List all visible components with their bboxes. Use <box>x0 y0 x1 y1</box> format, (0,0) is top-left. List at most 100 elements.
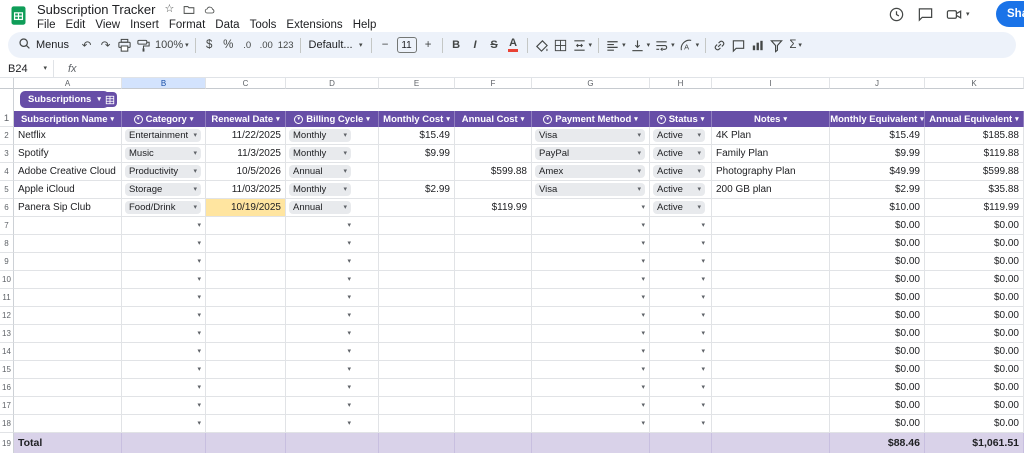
row-number[interactable]: 18 <box>0 415 14 433</box>
row-number[interactable]: 16 <box>0 379 14 397</box>
payment-dropdown[interactable]: ▾ <box>535 276 645 283</box>
status-dropdown[interactable]: ▾ <box>653 294 705 301</box>
cell-payment-method[interactable]: Amex ▾ <box>532 163 650 181</box>
payment-dropdown[interactable]: ▾ <box>535 312 645 319</box>
column-letter-K[interactable]: K <box>925 78 1024 89</box>
cell-annual-equivalent[interactable]: $0.00 <box>925 343 1024 361</box>
row-number[interactable]: 17 <box>0 397 14 415</box>
header-category[interactable]: ▾ Category ▾ <box>122 111 206 127</box>
category-dropdown[interactable]: ▾ <box>125 384 201 391</box>
row-number[interactable]: 15 <box>0 361 14 379</box>
row-number[interactable]: 10 <box>0 271 14 289</box>
redo-button[interactable]: ↷ <box>96 34 115 56</box>
category-chip[interactable]: Storage ▾ <box>125 183 201 196</box>
cell-monthly-cost[interactable]: $9.99 <box>379 145 455 163</box>
status-dropdown[interactable]: ▾ <box>653 402 705 409</box>
cell-monthly-cost[interactable] <box>379 361 455 379</box>
menu-edit[interactable]: Edit <box>61 19 91 31</box>
cell-subscription-name[interactable]: Spotify <box>14 145 122 163</box>
cell-payment-method[interactable]: ▾ <box>532 217 650 235</box>
text-wrap-button[interactable]: ▾ <box>652 34 677 56</box>
status-dropdown[interactable]: ▾ <box>653 240 705 247</box>
total-monthly-equivalent[interactable]: $88.46 <box>830 433 925 453</box>
cell-annual-cost[interactable] <box>455 217 532 235</box>
column-letter-H[interactable]: H <box>650 78 712 89</box>
functions-button[interactable]: Σ ▾ <box>786 34 805 56</box>
sheets-logo-icon[interactable] <box>8 5 29 26</box>
cell-subscription-name[interactable] <box>14 325 122 343</box>
cell-category[interactable]: ▾ <box>122 289 206 307</box>
cell-monthly-cost[interactable] <box>379 415 455 433</box>
cell-payment-method[interactable]: ▾ <box>532 325 650 343</box>
cell-status[interactable]: Active ▾ <box>650 181 712 199</box>
category-dropdown[interactable]: ▾ <box>125 258 201 265</box>
cell-renewal-date[interactable]: 10/5/2026 <box>206 163 286 181</box>
category-chip[interactable]: Music ▾ <box>125 147 201 160</box>
cell-notes[interactable]: 200 GB plan <box>712 181 830 199</box>
cell-status[interactable]: ▾ <box>650 307 712 325</box>
cell-annual-cost[interactable] <box>455 325 532 343</box>
move-folder-icon[interactable] <box>183 4 195 16</box>
cell-annual-cost[interactable] <box>455 235 532 253</box>
version-history-icon[interactable] <box>888 5 906 23</box>
cell-renewal-date[interactable]: 11/03/2025 <box>206 181 286 199</box>
cell-renewal-date[interactable] <box>206 289 286 307</box>
cell-annual-equivalent[interactable]: $0.00 <box>925 397 1024 415</box>
status-dropdown[interactable]: ▾ <box>653 276 705 283</box>
menu-format[interactable]: Format <box>164 19 210 31</box>
category-dropdown[interactable]: ▾ <box>125 402 201 409</box>
cell-notes[interactable] <box>712 361 830 379</box>
cell-renewal-date[interactable]: 11/22/2025 <box>206 127 286 145</box>
cell-monthly-cost[interactable] <box>379 199 455 217</box>
row-number[interactable]: 7 <box>0 217 14 235</box>
cell-annual-equivalent[interactable]: $185.88 <box>925 127 1024 145</box>
total-label[interactable]: Total <box>14 433 122 453</box>
cell-status[interactable]: ▾ <box>650 379 712 397</box>
column-letter-I[interactable]: I <box>712 78 830 89</box>
payment-chip[interactable]: PayPal ▾ <box>535 147 645 160</box>
cell-annual-equivalent[interactable]: $119.99 <box>925 199 1024 217</box>
cell-notes[interactable] <box>712 271 830 289</box>
cell-billing-cycle[interactable]: ▾ <box>286 307 379 325</box>
payment-dropdown[interactable]: ▾ <box>535 420 645 427</box>
cell-subscription-name[interactable]: Apple iCloud <box>14 181 122 199</box>
cell-annual-cost[interactable] <box>455 307 532 325</box>
bold-button[interactable]: B <box>447 34 466 56</box>
category-chip[interactable]: Food/Drink ▾ <box>125 201 201 214</box>
header-monthly-equivalent[interactable]: Monthly Equivalent ▾ <box>830 111 925 127</box>
cell-category[interactable]: ▾ <box>122 235 206 253</box>
billing-dropdown[interactable]: ▾ <box>289 276 351 283</box>
borders-button[interactable] <box>551 34 570 56</box>
cell-renewal-date[interactable] <box>206 253 286 271</box>
cell-billing-cycle[interactable]: ▾ <box>286 361 379 379</box>
cell-payment-method[interactable]: ▾ <box>532 343 650 361</box>
cell-monthly-equivalent[interactable]: $49.99 <box>830 163 925 181</box>
cell-billing-cycle[interactable]: ▾ <box>286 253 379 271</box>
category-dropdown[interactable]: ▾ <box>125 330 201 337</box>
cell-category[interactable]: Music ▾ <box>122 145 206 163</box>
total-empty-cell[interactable] <box>379 433 455 453</box>
header-renewal-date[interactable]: Renewal Date ▾ <box>206 111 286 127</box>
status-dropdown[interactable]: ▾ <box>653 222 705 229</box>
cell-notes[interactable] <box>712 307 830 325</box>
cell-annual-cost[interactable] <box>455 127 532 145</box>
cell-subscription-name[interactable] <box>14 415 122 433</box>
cell-monthly-equivalent[interactable]: $0.00 <box>830 217 925 235</box>
payment-chip[interactable]: Visa ▾ <box>535 183 645 196</box>
cell-subscription-name[interactable]: Adobe Creative Cloud <box>14 163 122 181</box>
decrease-decimal-button[interactable]: .0 <box>238 34 257 56</box>
cell-annual-equivalent[interactable]: $0.00 <box>925 271 1024 289</box>
cell-monthly-cost[interactable]: $15.49 <box>379 127 455 145</box>
row-number[interactable]: 4 <box>0 163 14 181</box>
cell-monthly-equivalent[interactable]: $0.00 <box>830 307 925 325</box>
number-format-button[interactable]: 123 <box>276 34 296 56</box>
cell-renewal-date[interactable] <box>206 217 286 235</box>
cell-billing-cycle[interactable]: Monthly ▾ <box>286 127 379 145</box>
status-dropdown[interactable]: ▾ <box>653 420 705 427</box>
cell-subscription-name[interactable]: Panera Sip Club <box>14 199 122 217</box>
total-empty-cell[interactable] <box>532 433 650 453</box>
menus-search-button[interactable]: Menus <box>14 34 77 56</box>
cell-renewal-date[interactable] <box>206 415 286 433</box>
format-percent-button[interactable]: % <box>219 34 238 56</box>
status-dropdown[interactable]: ▾ <box>653 258 705 265</box>
